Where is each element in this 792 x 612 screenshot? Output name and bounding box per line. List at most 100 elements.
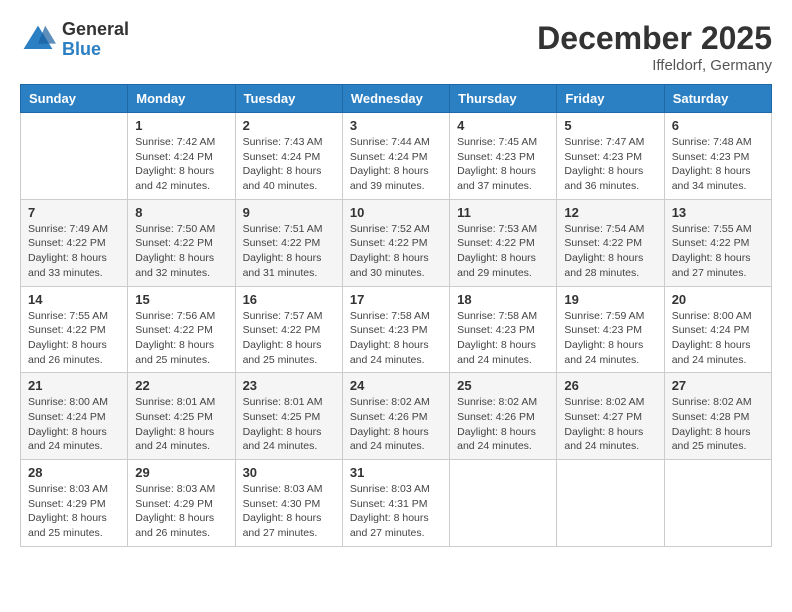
calendar-cell: 5 Sunrise: 7:47 AM Sunset: 4:23 PM Daylig… [557,113,664,200]
calendar-cell: 20Sunrise: 8:00 AM Sunset: 4:24 PM Dayli… [664,286,771,373]
day-number: 18 [457,292,549,307]
calendar-cell: 21 Sunrise: 8:00 AM Sunset: 4:24 PM Dayli… [21,373,128,460]
day-number: 25 [457,378,549,393]
day-number: 17 [350,292,442,307]
calendar-cell: 11 Sunrise: 7:53 AM Sunset: 4:22 PM Dayli… [450,199,557,286]
day-number: 9 [243,205,335,220]
day-number: 3 [350,118,442,133]
day-number: 4 [457,118,549,133]
day-info: Sunrise: 7:55 AM Sunset: 4:22 PM Dayligh… [672,222,764,281]
day-number: 26 [564,378,656,393]
day-number: 24 [350,378,442,393]
calendar-cell: 17 Sunrise: 7:58 AM Sunset: 4:23 PM Dayli… [342,286,449,373]
calendar-cell: 13Sunrise: 7:55 AM Sunset: 4:22 PM Dayli… [664,199,771,286]
day-info: Sunrise: 7:57 AM Sunset: 4:22 PM Dayligh… [243,309,335,368]
day-info: Sunrise: 7:45 AM Sunset: 4:23 PM Dayligh… [457,135,549,194]
day-info: Sunrise: 7:49 AM Sunset: 4:22 PM Dayligh… [28,222,120,281]
day-info: Sunrise: 7:51 AM Sunset: 4:22 PM Dayligh… [243,222,335,281]
calendar-cell: 28Sunrise: 8:03 AM Sunset: 4:29 PM Dayli… [21,460,128,547]
day-number: 29 [135,465,227,480]
calendar-week-row: 28Sunrise: 8:03 AM Sunset: 4:29 PM Dayli… [21,460,772,547]
day-info: Sunrise: 7:58 AM Sunset: 4:23 PM Dayligh… [457,309,549,368]
day-number: 6 [672,118,764,133]
calendar-header-wednesday: Wednesday [342,85,449,113]
day-info: Sunrise: 7:48 AM Sunset: 4:23 PM Dayligh… [672,135,764,194]
day-number: 1 [135,118,227,133]
day-info: Sunrise: 8:03 AM Sunset: 4:31 PM Dayligh… [350,482,442,541]
calendar-cell: 23Sunrise: 8:01 AM Sunset: 4:25 PM Dayli… [235,373,342,460]
day-info: Sunrise: 7:44 AM Sunset: 4:24 PM Dayligh… [350,135,442,194]
calendar-cell: 31 Sunrise: 8:03 AM Sunset: 4:31 PM Dayli… [342,460,449,547]
calendar-cell: 30 Sunrise: 8:03 AM Sunset: 4:30 PM Dayli… [235,460,342,547]
month-title: December 2025 [537,20,772,57]
calendar-cell: 19 Sunrise: 7:59 AM Sunset: 4:23 PM Dayli… [557,286,664,373]
day-info: Sunrise: 8:02 AM Sunset: 4:28 PM Dayligh… [672,395,764,454]
day-info: Sunrise: 7:52 AM Sunset: 4:22 PM Dayligh… [350,222,442,281]
day-info: Sunrise: 8:02 AM Sunset: 4:27 PM Dayligh… [564,395,656,454]
location: Iffeldorf, Germany [537,57,772,74]
calendar-header-saturday: Saturday [664,85,771,113]
calendar-week-row: 1 Sunrise: 7:42 AM Sunset: 4:24 PM Daylig… [21,113,772,200]
calendar-cell: 25 Sunrise: 8:02 AM Sunset: 4:26 PM Dayli… [450,373,557,460]
logo: General Blue [20,20,129,60]
day-number: 15 [135,292,227,307]
day-info: Sunrise: 8:03 AM Sunset: 4:30 PM Dayligh… [243,482,335,541]
calendar-cell: 10 Sunrise: 7:52 AM Sunset: 4:22 PM Dayli… [342,199,449,286]
day-info: Sunrise: 7:58 AM Sunset: 4:23 PM Dayligh… [350,309,442,368]
day-number: 22 [135,378,227,393]
day-number: 7 [28,205,120,220]
day-number: 8 [135,205,227,220]
day-info: Sunrise: 7:43 AM Sunset: 4:24 PM Dayligh… [243,135,335,194]
calendar-cell: 22Sunrise: 8:01 AM Sunset: 4:25 PM Dayli… [128,373,235,460]
day-info: Sunrise: 8:03 AM Sunset: 4:29 PM Dayligh… [28,482,120,541]
calendar-header-tuesday: Tuesday [235,85,342,113]
day-info: Sunrise: 7:42 AM Sunset: 4:24 PM Dayligh… [135,135,227,194]
title-block: December 2025 Iffeldorf, Germany [537,20,772,74]
day-number: 30 [243,465,335,480]
calendar-cell: 15 Sunrise: 7:56 AM Sunset: 4:22 PM Dayli… [128,286,235,373]
page-header: General Blue December 2025 Iffeldorf, Ge… [20,20,772,74]
day-number: 23 [243,378,335,393]
calendar-cell: 27 Sunrise: 8:02 AM Sunset: 4:28 PM Dayli… [664,373,771,460]
calendar-cell [557,460,664,547]
day-info: Sunrise: 7:56 AM Sunset: 4:22 PM Dayligh… [135,309,227,368]
day-number: 5 [564,118,656,133]
calendar-header-friday: Friday [557,85,664,113]
calendar-cell: 7 Sunrise: 7:49 AM Sunset: 4:22 PM Daylig… [21,199,128,286]
calendar-cell [450,460,557,547]
calendar-table: SundayMondayTuesdayWednesdayThursdayFrid… [20,84,772,547]
calendar-cell: 18 Sunrise: 7:58 AM Sunset: 4:23 PM Dayli… [450,286,557,373]
day-number: 20 [672,292,764,307]
calendar-cell: 12Sunrise: 7:54 AM Sunset: 4:22 PM Dayli… [557,199,664,286]
day-number: 16 [243,292,335,307]
day-number: 27 [672,378,764,393]
day-number: 10 [350,205,442,220]
day-number: 14 [28,292,120,307]
day-info: Sunrise: 8:00 AM Sunset: 4:24 PM Dayligh… [28,395,120,454]
day-info: Sunrise: 8:02 AM Sunset: 4:26 PM Dayligh… [457,395,549,454]
calendar-cell: 29 Sunrise: 8:03 AM Sunset: 4:29 PM Dayli… [128,460,235,547]
day-number: 19 [564,292,656,307]
calendar-week-row: 21 Sunrise: 8:00 AM Sunset: 4:24 PM Dayli… [21,373,772,460]
day-info: Sunrise: 7:47 AM Sunset: 4:23 PM Dayligh… [564,135,656,194]
calendar-cell: 26 Sunrise: 8:02 AM Sunset: 4:27 PM Dayli… [557,373,664,460]
day-number: 21 [28,378,120,393]
calendar-cell: 3 Sunrise: 7:44 AM Sunset: 4:24 PM Daylig… [342,113,449,200]
logo-text: General Blue [62,20,129,60]
calendar-header-thursday: Thursday [450,85,557,113]
calendar-week-row: 7 Sunrise: 7:49 AM Sunset: 4:22 PM Daylig… [21,199,772,286]
day-info: Sunrise: 7:53 AM Sunset: 4:22 PM Dayligh… [457,222,549,281]
day-info: Sunrise: 7:59 AM Sunset: 4:23 PM Dayligh… [564,309,656,368]
day-number: 11 [457,205,549,220]
day-number: 31 [350,465,442,480]
calendar-cell: 4 Sunrise: 7:45 AM Sunset: 4:23 PM Daylig… [450,113,557,200]
day-info: Sunrise: 8:02 AM Sunset: 4:26 PM Dayligh… [350,395,442,454]
day-info: Sunrise: 7:55 AM Sunset: 4:22 PM Dayligh… [28,309,120,368]
day-number: 12 [564,205,656,220]
day-info: Sunrise: 8:03 AM Sunset: 4:29 PM Dayligh… [135,482,227,541]
day-info: Sunrise: 7:50 AM Sunset: 4:22 PM Dayligh… [135,222,227,281]
calendar-cell: 2Sunrise: 7:43 AM Sunset: 4:24 PM Daylig… [235,113,342,200]
calendar-cell: 6 Sunrise: 7:48 AM Sunset: 4:23 PM Daylig… [664,113,771,200]
calendar-cell: 14 Sunrise: 7:55 AM Sunset: 4:22 PM Dayli… [21,286,128,373]
calendar-week-row: 14 Sunrise: 7:55 AM Sunset: 4:22 PM Dayli… [21,286,772,373]
